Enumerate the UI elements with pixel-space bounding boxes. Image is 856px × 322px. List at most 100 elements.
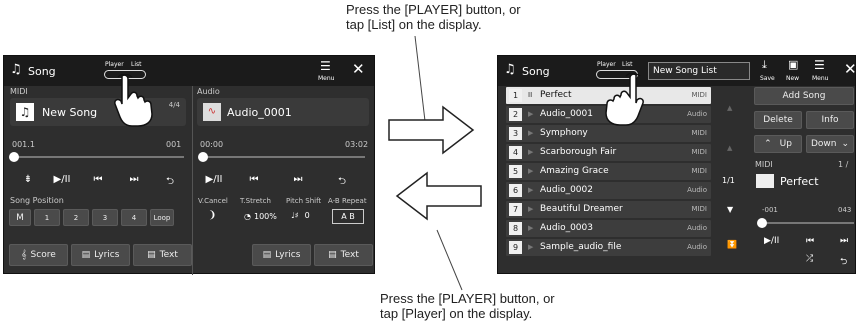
text-button-left[interactable]: ▤ Text: [133, 244, 192, 266]
mini-progress-knob[interactable]: [757, 218, 767, 228]
tstretch-control[interactable]: ◔ 100%: [244, 212, 277, 221]
midi-file-icon: ♫: [16, 103, 34, 121]
pitch-shift-control[interactable]: ♩♯ 0: [291, 211, 310, 220]
loop-button[interactable]: Loop: [150, 209, 174, 226]
text-label-left: Text: [159, 250, 178, 260]
close-icon[interactable]: ✕: [352, 60, 365, 78]
score-icon: 𝄞: [21, 250, 27, 260]
mini-midi-count: 1 /: [838, 160, 849, 169]
song-row-number: 7: [509, 203, 522, 216]
info-button[interactable]: Info: [806, 111, 854, 129]
tab-list[interactable]: List: [131, 61, 142, 68]
vcancel-icon[interactable]: ❩: [208, 210, 216, 221]
list-close-icon[interactable]: ✕: [844, 60, 856, 78]
save-label: Save: [760, 75, 775, 82]
song-row[interactable]: 9 ▶ Sample_audio_file Audio: [506, 239, 711, 256]
song-row-number: 9: [509, 241, 522, 254]
list-menu-icon[interactable]: ☰: [814, 58, 825, 72]
score-button[interactable]: 𝄞 Score: [9, 244, 68, 266]
tab-player[interactable]: Player: [105, 61, 124, 68]
song-row[interactable]: 6 ▶ Audio_0002 Audio: [506, 182, 711, 199]
song-position-1[interactable]: 1: [34, 209, 60, 226]
audio-time-end: 03:02: [345, 140, 369, 149]
audio-rewind-icon[interactable]: ⏮: [232, 174, 276, 191]
delete-button[interactable]: Delete: [754, 111, 802, 129]
song-row[interactable]: 7 ▶ Beautiful Dreamer MIDI: [506, 201, 711, 218]
midi-position: 001.1: [12, 140, 35, 149]
down-label: Down: [810, 139, 837, 149]
up-arrow-icon: ⌃: [764, 139, 772, 149]
song-row[interactable]: 3 ▶ Symphony MIDI: [506, 125, 711, 142]
mini-midi-file-icon: [756, 174, 774, 188]
music-note-icon: ♫: [10, 62, 22, 77]
scroll-down-icon[interactable]: ▼: [727, 205, 733, 214]
play-icon: ▶: [528, 186, 534, 194]
ab-repeat-button[interactable]: A B: [332, 209, 364, 224]
song-row-number: 1: [509, 89, 522, 102]
pitch-shift-value: 0: [304, 211, 310, 220]
song-row-name: Audio_0003: [540, 223, 593, 233]
song-position-3[interactable]: 3: [92, 209, 118, 226]
arrow-left-icon: [395, 171, 482, 221]
lyrics-label-right: Lyrics: [275, 250, 301, 260]
scroll-top-icon[interactable]: ▲: [727, 104, 732, 112]
scroll-up-icon[interactable]: ▲: [727, 144, 732, 152]
lyrics-button-left[interactable]: ▤ Lyrics: [71, 244, 130, 266]
audio-play-pause-icon[interactable]: ▶/II: [196, 174, 232, 191]
pitch-icon: ♩♯: [291, 211, 299, 220]
midi-forward-icon[interactable]: ⏭: [116, 174, 152, 191]
midi-progress-knob[interactable]: [9, 152, 19, 162]
song-list-name[interactable]: New Song List: [648, 62, 750, 80]
up-button[interactable]: ⌃ Up: [754, 135, 802, 153]
list-tab-player[interactable]: Player: [597, 61, 616, 68]
audio-progress-track[interactable]: [203, 156, 365, 158]
lyrics-label-left: Lyrics: [94, 250, 120, 260]
tstretch-value: 100%: [253, 212, 277, 221]
audio-transport: ▶/II ⏮ ⏭ ⮌: [196, 174, 364, 191]
menu-icon[interactable]: ☰: [320, 59, 331, 73]
audio-progress-knob[interactable]: [198, 152, 208, 162]
mini-play-pause-icon[interactable]: ▶/II: [764, 236, 779, 246]
midi-transport: ⇟ ▶/II ⏮ ⏭ ⮌: [12, 174, 188, 191]
midi-marker-icon[interactable]: ⇟: [12, 174, 44, 191]
midi-progress-track[interactable]: [14, 156, 184, 158]
lyrics-icon: ▤: [81, 250, 91, 260]
song-row-name: Perfect: [540, 90, 572, 100]
song-position-4[interactable]: 4: [121, 209, 147, 226]
song-row[interactable]: 8 ▶ Audio_0003 Audio: [506, 220, 711, 237]
scroll-bottom-icon[interactable]: ⏬: [727, 240, 737, 249]
list-tab-list[interactable]: List: [622, 61, 633, 68]
play-icon: ▶: [528, 243, 534, 251]
mini-forward-icon[interactable]: ⏭: [840, 236, 848, 246]
mini-shuffle-icon[interactable]: ⤮: [806, 254, 813, 264]
song-row-number: 6: [509, 184, 522, 197]
song-row-name: Symphony: [540, 128, 588, 138]
song-row-name: Amazing Grace: [540, 166, 609, 176]
midi-repeat-icon[interactable]: ⮌: [152, 174, 188, 191]
text-button-right[interactable]: ▤ Text: [314, 244, 373, 266]
down-button[interactable]: Down ⌄: [806, 135, 854, 153]
audio-song-name: Audio_0001: [227, 106, 292, 119]
audio-repeat-icon[interactable]: ⮌: [320, 174, 364, 191]
midi-song-selector[interactable]: ♫ New Song 4/4: [10, 98, 186, 126]
lyrics-button-right[interactable]: ▤ Lyrics: [252, 244, 311, 266]
mini-rewind-icon[interactable]: ⏮: [806, 236, 814, 246]
new-icon[interactable]: ▣: [788, 58, 798, 71]
song-row[interactable]: 4 ▶ Scarborough Fair MIDI: [506, 144, 711, 161]
song-position-m[interactable]: M: [9, 209, 31, 226]
save-icon[interactable]: ⤓: [762, 58, 767, 72]
add-song-button[interactable]: Add Song: [754, 87, 854, 105]
music-note-icon-list: ♫: [504, 62, 516, 77]
song-position-buttons: M 1 2 3 4 Loop: [9, 209, 174, 226]
song-position-2[interactable]: 2: [63, 209, 89, 226]
mini-progress-track[interactable]: [762, 222, 854, 224]
audio-song-selector[interactable]: ∿ Audio_0001: [197, 98, 369, 126]
song-row[interactable]: 5 ▶ Amazing Grace MIDI: [506, 163, 711, 180]
audio-forward-icon[interactable]: ⏭: [276, 174, 320, 191]
mini-repeat-icon[interactable]: ⮌: [840, 254, 847, 270]
midi-rewind-icon[interactable]: ⏮: [80, 174, 116, 191]
tstretch-label: T.Stretch: [240, 197, 271, 205]
midi-play-pause-icon[interactable]: ▶/II: [44, 174, 80, 191]
column-divider: [192, 86, 193, 275]
song-row-name: Audio_0001: [540, 109, 593, 119]
